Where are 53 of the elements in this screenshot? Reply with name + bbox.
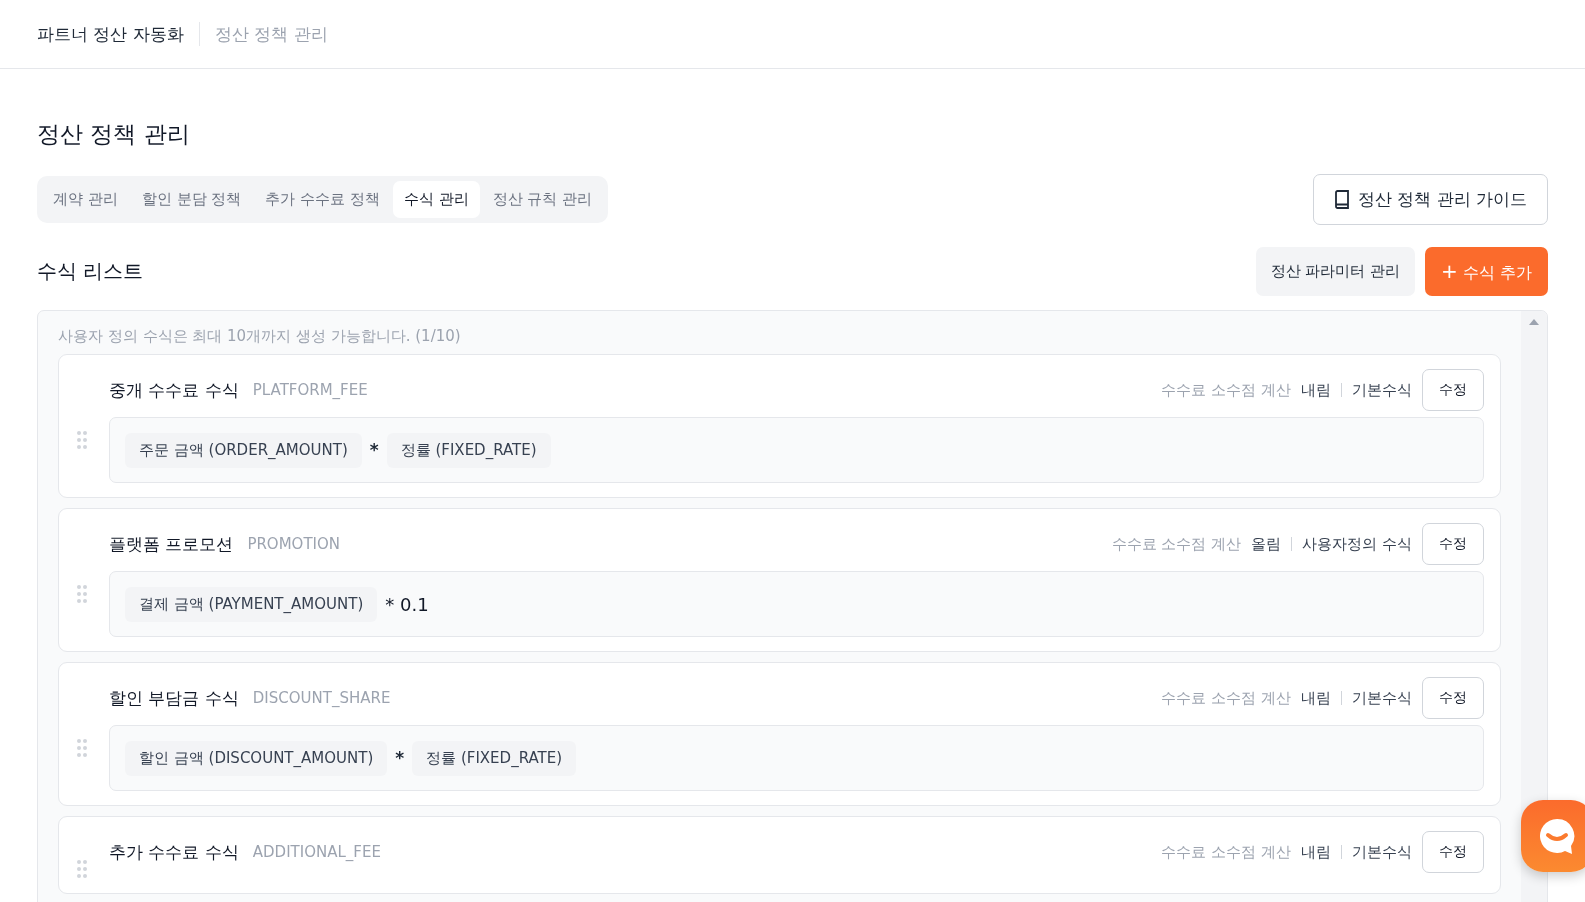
formula-type: 기본수식 [1352, 688, 1412, 708]
variable-chip: 주문 금액 (ORDER_AMOUNT) [125, 432, 362, 468]
operator: * [369, 440, 379, 460]
rounding-label: 수수료 소수점 계산 [1161, 688, 1291, 708]
variable-chip: 결제 금액 (PAYMENT_AMOUNT) [125, 586, 378, 622]
formula-code: PLATFORM_FEE [252, 381, 368, 399]
breadcrumb: 정산 정책 관리 [214, 22, 328, 46]
rounding-label: 수수료 소수점 계산 [1111, 534, 1242, 554]
app-title: 파트너 정산 자동화 [37, 22, 184, 46]
formula-name: 플랫폼 프로모션 [109, 532, 234, 556]
formula-code: DISCOUNT_SHARE [252, 689, 391, 707]
guide-button[interactable]: 정산 정책 관리 가이드 [1312, 174, 1548, 225]
section-title: 수식 리스트 [37, 258, 144, 285]
edit-button[interactable]: 수정 [1422, 677, 1484, 719]
tab[interactable]: 추가 수수료 정책 [254, 181, 391, 218]
rounding-label: 수수료 소수점 계산 [1161, 842, 1291, 862]
rounding-value: 내림 [1301, 688, 1331, 708]
tab[interactable]: 계약 관리 [42, 181, 129, 218]
formula-type: 기본수식 [1352, 380, 1412, 400]
chat-button[interactable] [1521, 800, 1585, 872]
formula-name: 추가 수수료 수식 [109, 840, 239, 864]
tab[interactable]: 할인 분담 정책 [130, 181, 253, 218]
scroll-up-icon[interactable] [1529, 319, 1539, 325]
scrollbar[interactable] [1521, 311, 1547, 902]
chat-bubble-icon [1537, 816, 1577, 856]
tab[interactable]: 정산 규칙 관리 [481, 181, 604, 218]
expression-text: * 0.1 [385, 593, 429, 615]
parameter-button[interactable]: 정산 파라미터 관리 [1255, 247, 1416, 296]
formula-type: 사용자정의 수식 [1302, 534, 1412, 554]
edit-button[interactable]: 수정 [1422, 831, 1484, 873]
variable-chip: 할인 금액 (DISCOUNT_AMOUNT) [125, 740, 388, 776]
variable-chip: 정률 (FIXED_RATE) [412, 740, 577, 776]
formula-name: 중개 수수료 수식 [109, 378, 239, 402]
page-title: 정산 정책 관리 [37, 120, 191, 149]
drag-handle-icon[interactable] [77, 431, 87, 449]
drag-handle-icon[interactable] [77, 739, 87, 757]
formula-code: PROMOTION [247, 535, 341, 553]
rounding-label: 수수료 소수점 계산 [1161, 380, 1291, 400]
notice-text: 사용자 정의 수식은 최대 10개까지 생성 가능합니다. (1/10) [58, 327, 462, 346]
rounding-value: 내림 [1301, 380, 1331, 400]
rounding-value: 올림 [1251, 534, 1282, 554]
book-icon [1333, 190, 1350, 209]
operator: * [395, 748, 405, 768]
drag-handle-icon[interactable] [77, 585, 87, 603]
variable-chip: 정률 (FIXED_RATE) [386, 432, 551, 468]
formula-name: 할인 부담금 수식 [109, 686, 239, 710]
formula-code: ADDITIONAL_FEE [252, 843, 381, 861]
rounding-value: 내림 [1301, 842, 1331, 862]
drag-handle-icon[interactable] [77, 860, 87, 878]
tab[interactable]: 수식 관리 [392, 181, 480, 218]
edit-button[interactable]: 수정 [1422, 369, 1484, 411]
formula-type: 기본수식 [1352, 842, 1412, 862]
edit-button[interactable]: 수정 [1422, 523, 1484, 565]
